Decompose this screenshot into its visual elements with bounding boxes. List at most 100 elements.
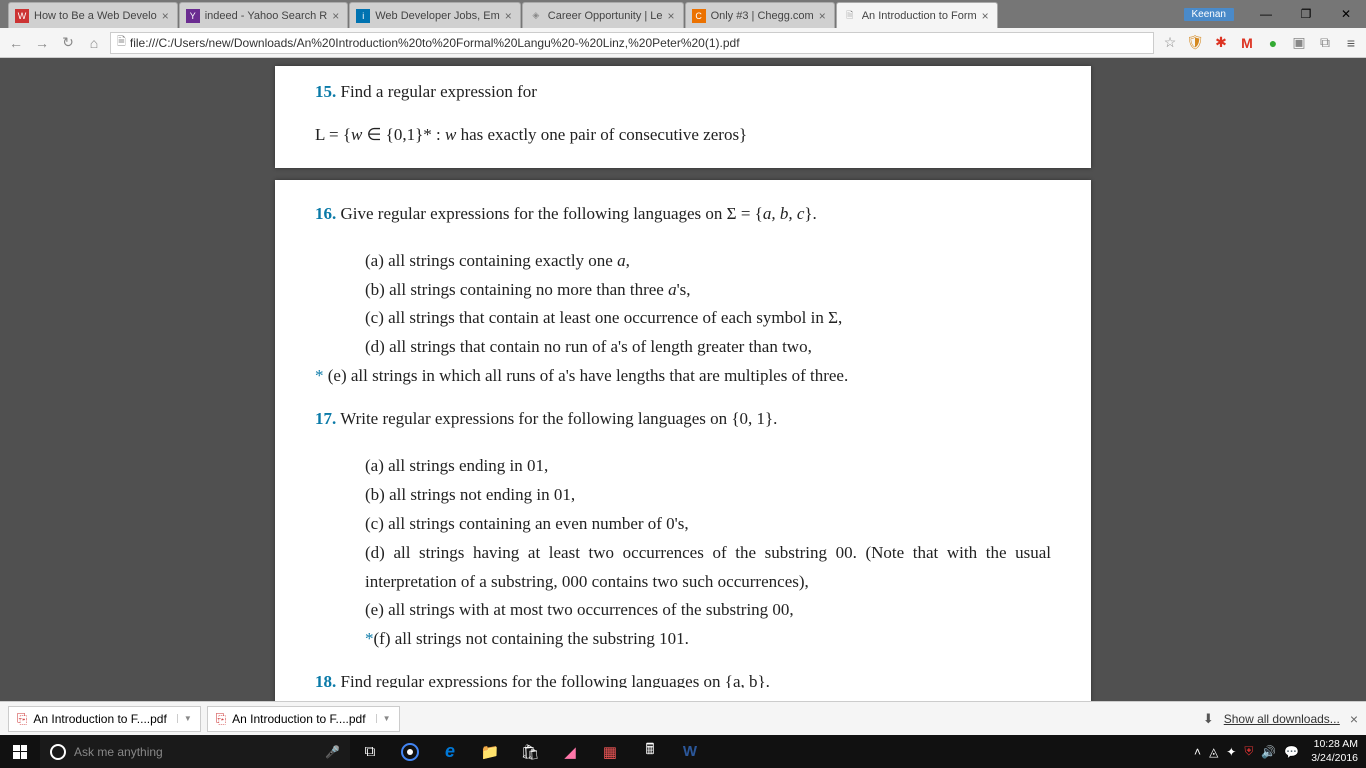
close-icon[interactable]: ×: [668, 9, 675, 23]
tab-4[interactable]: ◈ Career Opportunity | Le ×: [522, 2, 684, 28]
tab-6-active[interactable]: 🗎 An Introduction to Form ×: [836, 2, 998, 28]
tab-label: indeed - Yahoo Search R: [205, 10, 328, 22]
q16-d: (d) all strings that contain no run of a…: [315, 333, 1051, 362]
date: 3/24/2016: [1311, 752, 1358, 765]
close-icon[interactable]: ×: [819, 9, 826, 23]
favicon: ◈: [529, 9, 543, 23]
store-icon[interactable]: 🛍: [510, 735, 550, 768]
devices-icon[interactable]: ⧉: [1316, 34, 1334, 52]
chrome-icon[interactable]: [390, 735, 430, 768]
url-input[interactable]: 🗎 file:///C:/Users/new/Downloads/An%20In…: [110, 32, 1154, 54]
explorer-icon[interactable]: 📁: [470, 735, 510, 768]
ext-icon-4[interactable]: ●: [1264, 34, 1282, 52]
forward-button[interactable]: →: [32, 33, 52, 53]
pdf-icon: ⎘: [17, 711, 27, 727]
back-button[interactable]: ←: [6, 33, 26, 53]
url-text: file:///C:/Users/new/Downloads/An%20Intr…: [130, 36, 740, 50]
download-filename: An Introduction to F....pdf: [232, 712, 365, 726]
taskbar-apps: ⧉ e 📁 🛍 ◢ ▦ 🖩 W: [350, 735, 710, 768]
cortana-icon: [50, 744, 66, 760]
cortana-placeholder: Ask me anything: [74, 745, 163, 759]
address-bar: ← → ↻ ⌂ 🗎 file:///C:/Users/new/Downloads…: [0, 28, 1366, 58]
ext-icon-1[interactable]: 🛡: [1186, 34, 1204, 52]
bookmark-star-icon[interactable]: ☆: [1160, 33, 1180, 53]
task-view-icon[interactable]: ⧉: [350, 735, 390, 768]
browser-tab-bar: W How to Be a Web Develo × Yindeed - Yahoo…: [0, 0, 1366, 28]
user-badge[interactable]: Keenan: [1184, 8, 1234, 21]
ext-icon-5[interactable]: ▣: [1290, 34, 1308, 52]
tray-icon[interactable]: ✦: [1226, 745, 1236, 759]
close-button[interactable]: ✕: [1326, 3, 1366, 25]
home-button[interactable]: ⌂: [84, 33, 104, 53]
wifi-icon[interactable]: ◬: [1209, 745, 1218, 759]
ext-icon-2[interactable]: ✱: [1212, 34, 1230, 52]
menu-icon[interactable]: ≡: [1342, 34, 1360, 52]
download-item-2[interactable]: ⎘ An Introduction to F....pdf ▼: [207, 706, 400, 732]
tab-5[interactable]: C Only #3 | Chegg.com ×: [685, 2, 835, 28]
tab-label: How to Be a Web Develo: [34, 10, 157, 22]
q17-c: (c) all strings containing an even numbe…: [315, 510, 1051, 539]
minimize-button[interactable]: —: [1246, 3, 1286, 25]
close-icon[interactable]: ×: [1350, 711, 1358, 727]
time: 10:28 AM: [1311, 738, 1358, 751]
maximize-button[interactable]: ❐: [1286, 3, 1326, 25]
windows-logo-icon: [13, 745, 27, 759]
favicon: C: [692, 9, 706, 23]
extension-icons: 🛡 ✱ M ● ▣ ⧉ ≡: [1186, 34, 1360, 52]
pdf-page: 16. Give regular expressions for the fol…: [275, 180, 1091, 701]
app-icon-1[interactable]: ◢: [550, 735, 590, 768]
action-center-icon[interactable]: 💬: [1284, 745, 1299, 759]
cortana-search[interactable]: Ask me anything 🎤: [40, 735, 350, 768]
close-icon[interactable]: ×: [505, 9, 512, 23]
download-arrow-icon: ⬇: [1203, 711, 1214, 727]
app-icon-2[interactable]: ▦: [590, 735, 630, 768]
mic-icon[interactable]: 🎤: [325, 745, 340, 759]
favicon: W: [15, 9, 29, 23]
system-tray: ˄ ◬ ✦ ⛨ 🔊 💬: [1194, 744, 1303, 759]
tab-label: Web Developer Jobs, Em: [375, 10, 500, 22]
pdf-viewport[interactable]: 15. Find a regular expression for L = {w…: [0, 58, 1366, 701]
close-icon[interactable]: ×: [162, 9, 169, 23]
q16-c: (c) all strings that contain at least on…: [315, 304, 1051, 333]
q16-b: (b) all strings containing no more than …: [315, 276, 1051, 305]
tab-1[interactable]: W How to Be a Web Develo ×: [8, 2, 178, 28]
close-icon[interactable]: ×: [332, 9, 339, 23]
q16-a: (a) all strings containing exactly one a…: [315, 247, 1051, 276]
tab-3[interactable]: i Web Developer Jobs, Em ×: [349, 2, 521, 28]
q16-prompt: 16. Give regular expressions for the fol…: [315, 200, 1051, 229]
download-filename: An Introduction to F....pdf: [33, 712, 166, 726]
show-all-downloads-link[interactable]: Show all downloads...: [1224, 712, 1340, 726]
tab-2[interactable]: Yindeed - Yahoo Search R ×: [179, 2, 349, 28]
word-icon[interactable]: W: [670, 735, 710, 768]
q16-e: * (e) all strings in which all runs of a…: [315, 362, 1051, 391]
q15-lang: L = {w ∈ {0,1}* : w has exactly one pair…: [315, 121, 1051, 150]
gmail-icon[interactable]: M: [1238, 34, 1256, 52]
file-icon: 🗎: [843, 9, 857, 23]
favicon: i: [356, 9, 370, 23]
q17-a: (a) all strings ending in 01,: [315, 452, 1051, 481]
volume-icon[interactable]: 🔊: [1261, 745, 1276, 759]
clock[interactable]: 10:28 AM 3/24/2016: [1303, 738, 1366, 764]
calculator-icon[interactable]: 🖩: [630, 735, 670, 768]
q17-b: (b) all strings not ending in 01,: [315, 481, 1051, 510]
chevron-down-icon[interactable]: ▼: [376, 714, 391, 723]
pdf-page: 15. Find a regular expression for L = {w…: [275, 66, 1091, 168]
q17-d: (d) all strings having at least two occu…: [315, 539, 1051, 597]
tab-label: Only #3 | Chegg.com: [711, 10, 814, 22]
download-item-1[interactable]: ⎘ An Introduction to F....pdf ▼: [8, 706, 201, 732]
reload-button[interactable]: ↻: [58, 33, 78, 53]
download-bar: ⎘ An Introduction to F....pdf ▼ ⎘ An Int…: [0, 701, 1366, 735]
edge-icon[interactable]: e: [430, 735, 470, 768]
q17-f: *(f) all strings not containing the subs…: [315, 625, 1051, 654]
close-icon[interactable]: ×: [982, 9, 989, 23]
q17-e: (e) all strings with at most two occurre…: [315, 596, 1051, 625]
tab-label: Career Opportunity | Le: [548, 10, 663, 22]
start-button[interactable]: [0, 735, 40, 768]
q17-prompt: 17. Write regular expressions for the fo…: [315, 405, 1051, 434]
tab-label: An Introduction to Form: [862, 10, 977, 22]
favicon: Y: [186, 9, 200, 23]
defender-icon[interactable]: ⛨: [1244, 744, 1253, 759]
chevron-down-icon[interactable]: ▼: [177, 714, 192, 723]
tray-chevron-icon[interactable]: ˄: [1194, 745, 1201, 759]
file-icon: 🗎: [117, 33, 126, 52]
